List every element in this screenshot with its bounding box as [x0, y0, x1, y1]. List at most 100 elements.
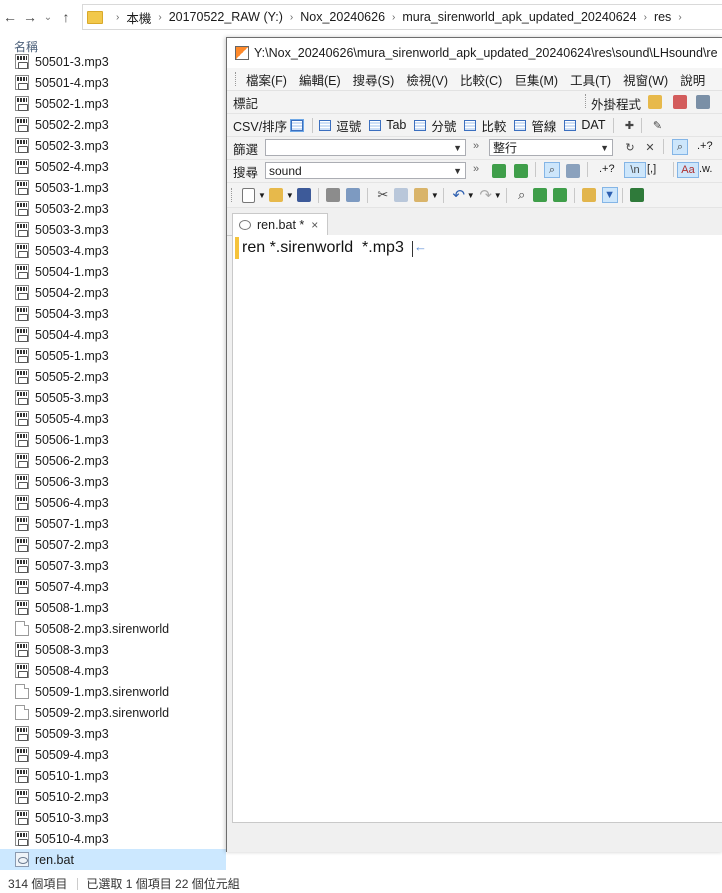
filter-mode-select[interactable]: 整行 ▼ [489, 139, 613, 156]
file-row[interactable]: 50506-2.mp3 [0, 450, 226, 471]
file-row[interactable]: 50503-4.mp3 [0, 240, 226, 261]
double-chevron-icon[interactable]: » [473, 163, 479, 175]
match-case-toggle[interactable]: Aa [677, 162, 699, 178]
toolbar-grip[interactable] [585, 94, 589, 108]
find-next-icon[interactable] [492, 164, 506, 178]
newline-toggle[interactable]: \n [624, 162, 646, 178]
file-row[interactable]: 50503-1.mp3 [0, 177, 226, 198]
chevron-right-icon[interactable]: › [678, 12, 681, 23]
file-row[interactable]: 50505-1.mp3 [0, 345, 226, 366]
whole-word-toggle[interactable]: .w. [699, 163, 712, 175]
chevron-down-icon[interactable]: ▼ [467, 191, 475, 200]
bracket-toggle[interactable]: [,] [647, 163, 656, 175]
text-line-1[interactable]: ren *.sirenworld *.mp3 [242, 237, 404, 259]
toolbar-grip[interactable] [235, 72, 239, 86]
text-editor-area[interactable]: ren *.sirenworld *.mp3 ← [232, 235, 722, 822]
file-row[interactable]: 50501-4.mp3 [0, 72, 226, 93]
file-row[interactable]: 50509-1.mp3.sirenworld [0, 681, 226, 702]
file-row[interactable]: 50505-2.mp3 [0, 366, 226, 387]
chevron-down-icon[interactable]: ▼ [431, 191, 439, 200]
toolbar-grip[interactable] [231, 188, 235, 202]
print-icon[interactable] [325, 188, 340, 202]
file-row[interactable]: 50502-1.mp3 [0, 93, 226, 114]
refresh-icon[interactable]: ↻ [622, 139, 638, 155]
search-input[interactable]: sound ▼ [265, 162, 466, 179]
menu-window[interactable]: 視窗(W) [623, 70, 668, 89]
cut-icon[interactable]: ✂ [375, 187, 391, 203]
menu-file[interactable]: 檔案(F) [246, 70, 287, 89]
find-previous-icon[interactable] [552, 188, 567, 202]
file-row[interactable]: 50503-2.mp3 [0, 198, 226, 219]
highlight-search-icon[interactable]: ⌕ [544, 162, 560, 178]
csv-dat-button[interactable]: DAT [564, 118, 605, 132]
chevron-down-icon[interactable]: ▼ [258, 191, 266, 200]
file-row[interactable]: 50509-4.mp3 [0, 744, 226, 765]
back-arrow-icon[interactable]: ← [0, 9, 20, 25]
crumb-res[interactable]: res [654, 10, 671, 24]
print-preview-icon[interactable] [345, 188, 360, 202]
menu-macro[interactable]: 巨集(M) [514, 70, 558, 89]
forward-arrow-icon[interactable]: → [20, 9, 40, 25]
menu-compare[interactable]: 比較(C) [460, 70, 502, 89]
filter-regex-label[interactable]: .+? [697, 140, 713, 152]
csv-comma-button[interactable]: 逗號 [319, 116, 361, 135]
filter-icon[interactable]: ▼ [601, 187, 618, 203]
undo-icon[interactable]: ↶ [451, 187, 467, 204]
csv-tab-button[interactable]: Tab [369, 118, 406, 132]
copy-icon[interactable] [393, 188, 408, 202]
menu-view[interactable]: 檢視(V) [406, 70, 448, 89]
file-row[interactable]: 50504-2.mp3 [0, 282, 226, 303]
file-row[interactable]: 50505-4.mp3 [0, 408, 226, 429]
file-row[interactable]: 50510-2.mp3 [0, 786, 226, 807]
file-row[interactable]: 50508-1.mp3 [0, 597, 226, 618]
tools-icon[interactable]: ✎ [649, 117, 665, 133]
chevron-down-icon[interactable]: ▼ [494, 191, 502, 200]
file-row[interactable]: 50510-1.mp3 [0, 765, 226, 786]
crumb-drive[interactable]: 20170522_RAW (Y:) [169, 10, 283, 24]
file-row[interactable]: 50510-3.mp3 [0, 807, 226, 828]
file-row[interactable]: 50504-1.mp3 [0, 261, 226, 282]
redo-icon[interactable]: ↷ [478, 187, 494, 204]
chevron-down-icon[interactable]: ▼ [286, 191, 294, 200]
crumb-this-pc[interactable]: 本機 [126, 8, 151, 27]
chevron-down-icon[interactable]: ▼ [453, 143, 462, 153]
file-row[interactable]: 50507-3.mp3 [0, 555, 226, 576]
close-icon[interactable]: ✕ [642, 139, 658, 155]
file-row[interactable]: 50507-4.mp3 [0, 576, 226, 597]
find-next-icon[interactable] [532, 188, 547, 202]
file-row[interactable]: 50508-4.mp3 [0, 660, 226, 681]
plus-icon[interactable]: ✚ [621, 117, 637, 133]
folder-open-icon[interactable] [648, 95, 662, 109]
csv-compare-button[interactable]: 比較 [464, 116, 506, 135]
menu-help[interactable]: 說明 [680, 70, 705, 89]
save-icon[interactable] [296, 188, 311, 202]
file-row[interactable]: 50507-2.mp3 [0, 534, 226, 555]
file-row[interactable]: 50503-3.mp3 [0, 219, 226, 240]
filter-magnifier-icon[interactable]: ⌕ [672, 139, 688, 155]
csv-semicolon-button[interactable]: 分號 [414, 116, 456, 135]
find-icon[interactable]: ⌕ [514, 187, 530, 203]
address-path[interactable]: › 本機 › 20170522_RAW (Y:) › Nox_20240626 … [82, 4, 722, 30]
file-row[interactable]: 50510-4.mp3 [0, 828, 226, 849]
search-regex-label[interactable]: .+? [599, 163, 615, 175]
csv-pipe-button[interactable]: 管線 [514, 116, 556, 135]
crumb-apk[interactable]: mura_sirenworld_apk_updated_20240624 [402, 10, 636, 24]
new-file-icon[interactable] [242, 187, 255, 203]
workspace-icon[interactable] [629, 188, 644, 202]
chevron-right-icon[interactable]: › [158, 12, 161, 23]
menu-search[interactable]: 搜尋(S) [353, 70, 395, 89]
file-row[interactable]: 50509-3.mp3 [0, 723, 226, 744]
list-icon[interactable] [696, 95, 710, 109]
file-row[interactable]: 50501-3.mp3 [0, 51, 226, 72]
crumb-nox[interactable]: Nox_20240626 [300, 10, 385, 24]
chevron-down-icon[interactable]: ▼ [600, 143, 609, 153]
double-chevron-icon[interactable]: » [473, 140, 479, 152]
emeditor-app-icon[interactable] [235, 46, 249, 60]
chevron-right-icon[interactable]: › [392, 12, 395, 23]
file-row[interactable]: 50502-3.mp3 [0, 135, 226, 156]
chevron-right-icon[interactable]: › [116, 12, 119, 23]
close-icon[interactable]: × [311, 218, 318, 232]
chevron-down-icon[interactable]: ▼ [453, 166, 462, 176]
tab-ren-bat[interactable]: ren.bat * × [232, 213, 328, 235]
file-row[interactable]: 50502-2.mp3 [0, 114, 226, 135]
